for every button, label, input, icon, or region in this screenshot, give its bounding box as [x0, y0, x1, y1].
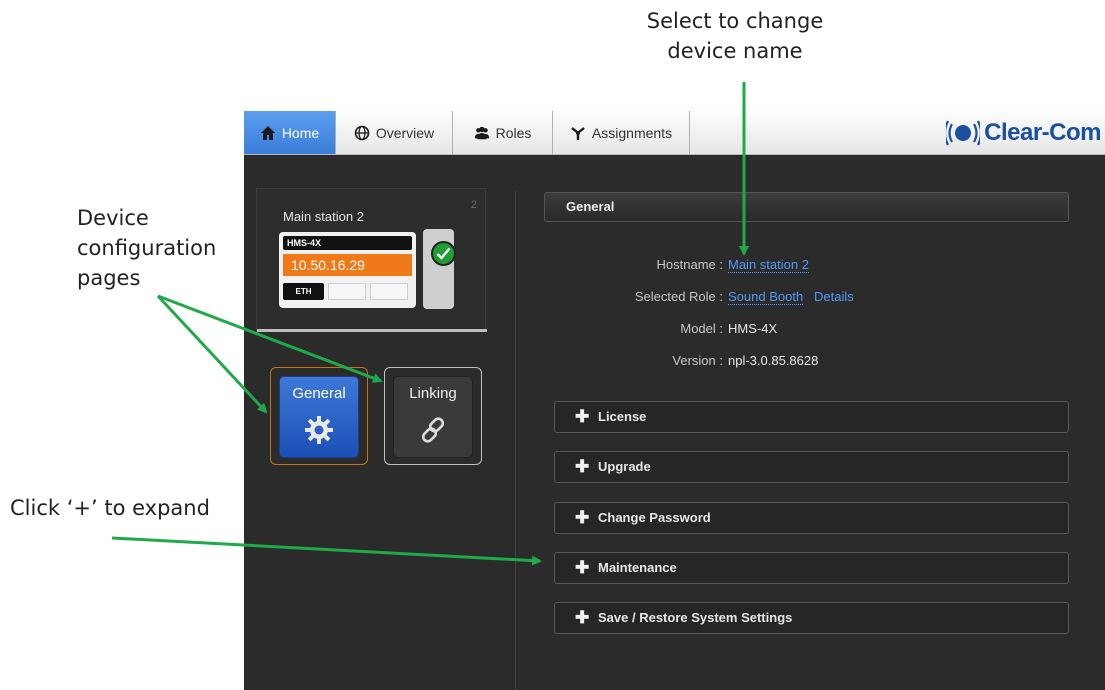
port-slot	[370, 283, 408, 300]
tab-roles[interactable]: Roles	[453, 111, 553, 154]
page-general-frame: General	[270, 367, 368, 465]
callout-expand: Click ‘+’ to expand	[10, 496, 210, 520]
device-card[interactable]: Main station 2 2 HMS-4X 10.50.16.29 ETH	[256, 188, 487, 332]
tab-overview-label: Overview	[375, 124, 435, 141]
tab-bar: Home Overview Roles Assignments Clear-Co…	[244, 111, 1105, 155]
role-link[interactable]: Sound Booth	[728, 289, 804, 305]
gear-icon	[305, 416, 333, 444]
logo-text: Clear-Com	[984, 119, 1101, 146]
section-change-password[interactable]: ✚ Change Password	[554, 502, 1069, 534]
expand-plus-icon[interactable]: ✚	[575, 603, 589, 633]
clear-com-logo: Clear-Com	[946, 119, 1101, 147]
device-module: HMS-4X 10.50.16.29 ETH	[279, 232, 416, 308]
status-check-icon	[431, 241, 456, 266]
section-license-label: License	[598, 409, 647, 424]
port-slot	[328, 283, 366, 300]
users-icon	[474, 126, 489, 139]
callout-config-pages: Device configuration pages	[77, 203, 247, 293]
callout-left-line2: configuration	[77, 236, 217, 260]
page-linking-label: Linking	[409, 385, 457, 402]
expand-plus-icon[interactable]: ✚	[575, 402, 589, 432]
logo-icon	[946, 120, 981, 146]
device-ip: 10.50.16.29	[283, 254, 412, 276]
device-card-underline	[257, 329, 487, 332]
general-header[interactable]: General	[544, 192, 1069, 222]
expand-plus-icon[interactable]: ✚	[575, 503, 589, 533]
section-license[interactable]: ✚ License	[554, 401, 1069, 433]
device-number: 2	[470, 199, 477, 211]
section-save-restore[interactable]: ✚ Save / Restore System Settings	[554, 602, 1069, 634]
callout-left-line1: Device	[77, 206, 149, 230]
section-upgrade[interactable]: ✚ Upgrade	[554, 451, 1069, 483]
device-name: Main station 2	[283, 209, 364, 224]
section-save-restore-label: Save / Restore System Settings	[598, 610, 793, 625]
tab-roles-label: Roles	[495, 124, 532, 141]
role-label: Selected Role :	[634, 289, 723, 304]
page-linking-frame: Linking	[384, 367, 482, 465]
home-icon	[260, 125, 275, 140]
assignments-icon	[571, 126, 585, 140]
tab-assignments[interactable]: Assignments	[553, 111, 690, 154]
globe-icon	[354, 125, 370, 140]
page-general-label: General	[292, 385, 346, 402]
callout-top-line2: device name	[667, 39, 803, 63]
app-window: Home Overview Roles Assignments Clear-Co…	[244, 111, 1105, 690]
device-model-badge: HMS-4X	[283, 236, 412, 250]
section-change-password-label: Change Password	[598, 510, 711, 525]
tab-assignments-label: Assignments	[591, 124, 673, 141]
section-maintenance-label: Maintenance	[598, 560, 677, 575]
expand-plus-icon[interactable]: ✚	[575, 452, 589, 482]
hostname-link[interactable]: Main station 2	[728, 257, 809, 273]
section-maintenance[interactable]: ✚ Maintenance	[554, 552, 1069, 584]
panel-divider	[515, 191, 516, 690]
eth-port-badge: ETH	[283, 283, 324, 300]
callout-left-line3: pages	[77, 266, 141, 290]
model-label: Model :	[680, 321, 723, 336]
section-upgrade-label: Upgrade	[598, 459, 651, 474]
role-details-link[interactable]: Details	[814, 289, 854, 304]
hostname-label: Hostname :	[656, 257, 723, 272]
page-linking-button[interactable]: Linking	[393, 376, 473, 458]
page-general-button[interactable]: General	[279, 376, 359, 458]
link-icon	[421, 417, 445, 443]
tab-home-label: Home	[281, 124, 320, 141]
tab-overview[interactable]: Overview	[336, 111, 453, 154]
callout-top-line1: Select to change	[646, 9, 824, 33]
tab-home[interactable]: Home	[244, 111, 336, 154]
version-value: npl-3.0.85.8628	[728, 353, 819, 368]
callout-select-device-name: Select to change device name	[620, 6, 850, 66]
model-value: HMS-4X	[728, 321, 778, 336]
expand-plus-icon[interactable]: ✚	[575, 553, 589, 583]
version-label: Version :	[672, 353, 723, 368]
